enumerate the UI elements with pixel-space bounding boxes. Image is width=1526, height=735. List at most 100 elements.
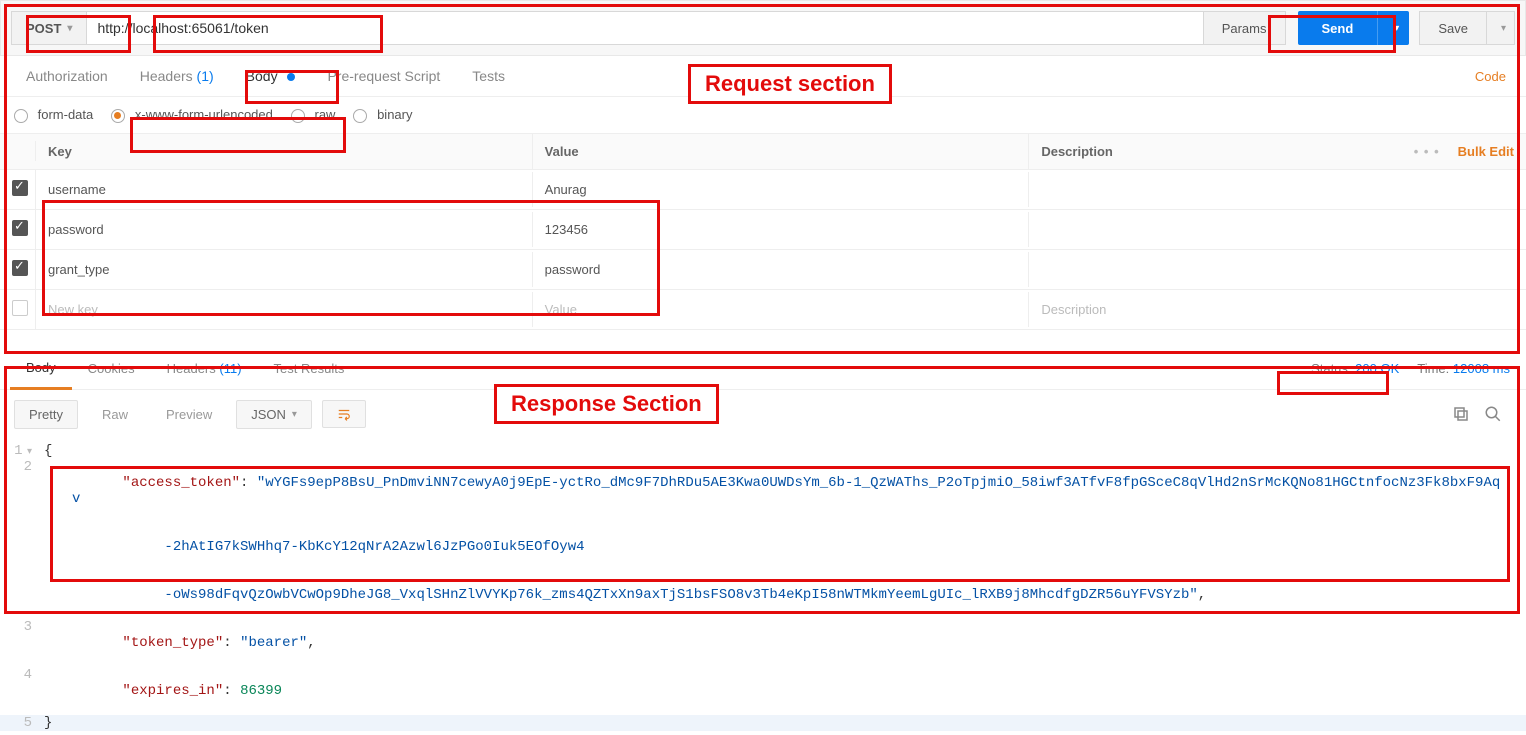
kv-header-value: Value [533, 134, 1030, 169]
url-input[interactable]: http://localhost:65061/token [86, 11, 1203, 45]
params-button[interactable]: Params [1204, 11, 1286, 45]
copy-icon[interactable] [1452, 405, 1470, 423]
response-meta: Status: 200 OK Time: 12008 ms [1305, 349, 1516, 388]
dot-indicator-icon [287, 73, 295, 81]
kv-header-key: Key [36, 134, 533, 169]
url-value: http://localhost:65061/token [97, 20, 268, 36]
resp-tab-headers-label: Headers [167, 361, 216, 376]
kv-key[interactable]: password [36, 212, 533, 247]
time-value: 12008 ms [1453, 361, 1510, 376]
annotation-response-label: Response Section [494, 384, 719, 424]
json-str: -oWs98dFqvQzOwbVCwOp9DheJG8_VxqlSHnZlVVY… [164, 587, 1197, 603]
radio-raw[interactable]: raw [291, 107, 336, 123]
kv-row: grant_type password [0, 250, 1526, 290]
chevron-down-icon: ▾ [67, 23, 72, 34]
code-link[interactable]: Code [1465, 57, 1516, 96]
send-dropdown[interactable]: ▾ [1377, 11, 1409, 45]
json-str: -2hAtIG7kSWHhq7-KbKcY12qNrA2Azwl6JzPGo0I… [164, 539, 584, 555]
chevron-down-icon: ▾ [1501, 23, 1506, 34]
radio-icon [353, 109, 367, 123]
json-key: "token_type" [122, 635, 223, 651]
tab-prerequest[interactable]: Pre-request Script [311, 56, 456, 96]
format-label: JSON [251, 407, 286, 422]
chevron-down-icon: ▾ [292, 409, 297, 420]
format-select[interactable]: JSON ▾ [236, 400, 312, 429]
send-label: Send [1322, 21, 1354, 36]
send-button[interactable]: Send [1298, 11, 1378, 45]
more-icon[interactable]: • • • [1414, 144, 1440, 159]
resp-tab-headers[interactable]: Headers (11) [151, 349, 258, 388]
json-key: "access_token" [122, 475, 240, 491]
body-kv-table: Key Value Description • • • Bulk Edit us… [0, 134, 1526, 330]
tab-headers-label: Headers [140, 68, 193, 84]
kv-header-row: Key Value Description • • • Bulk Edit [0, 134, 1526, 170]
annotation-request-label: Request section [688, 64, 892, 104]
radio-binary[interactable]: binary [353, 107, 412, 123]
row-checkbox-empty[interactable] [12, 300, 28, 316]
send-button-group: Send ▾ [1298, 11, 1410, 45]
row-checkbox[interactable] [12, 180, 28, 196]
tab-headers[interactable]: Headers (1) [124, 56, 230, 96]
save-button-group: Save ▾ [1419, 11, 1515, 45]
radio-selected-icon [111, 109, 125, 123]
kv-header-desc: Description [1041, 144, 1113, 159]
radio-label: x-www-form-urlencoded [135, 107, 273, 122]
search-icon[interactable] [1484, 405, 1502, 423]
resp-tab-cookies[interactable]: Cookies [72, 349, 151, 388]
pretty-button[interactable]: Pretty [14, 400, 78, 429]
resp-tab-testresults[interactable]: Test Results [258, 349, 361, 388]
radio-icon [291, 109, 305, 123]
kv-value[interactable]: Anurag [533, 172, 1030, 207]
kv-value[interactable]: 123456 [533, 212, 1030, 247]
radio-form-data[interactable]: form-data [14, 107, 93, 123]
tab-body[interactable]: Body [230, 56, 312, 96]
tab-body-label: Body [246, 68, 278, 84]
save-dropdown[interactable]: ▾ [1487, 11, 1515, 45]
kv-key[interactable]: username [36, 172, 533, 207]
tab-authorization[interactable]: Authorization [10, 56, 124, 96]
response-controls: Pretty Raw Preview JSON ▾ [0, 390, 1526, 439]
save-label: Save [1438, 21, 1468, 36]
status-label: Status: [1311, 361, 1351, 376]
radio-label: raw [315, 107, 336, 122]
wrap-button[interactable] [322, 400, 366, 428]
wrap-icon [337, 407, 351, 421]
kv-key-new[interactable]: New key [36, 292, 533, 327]
kv-value-new[interactable]: Value [533, 292, 1030, 327]
http-method-select[interactable]: POST ▾ [11, 11, 86, 45]
http-method-label: POST [26, 21, 61, 36]
request-bar: POST ▾ http://localhost:65061/token Para… [0, 0, 1526, 56]
kv-row: password 123456 [0, 210, 1526, 250]
radio-icon [14, 109, 28, 123]
status-value: 200 OK [1355, 361, 1399, 376]
kv-row-new: New key Value Description [0, 290, 1526, 330]
json-num: 86399 [240, 683, 282, 699]
kv-key[interactable]: grant_type [36, 252, 533, 287]
json-str: "wYGFs9epP8BsU_PnDmviNN7cewyA0j9EpE-yctR… [72, 475, 1500, 507]
params-label: Params [1222, 21, 1267, 36]
tab-headers-count: (1) [197, 68, 214, 84]
json-key: "expires_in" [122, 683, 223, 699]
preview-button[interactable]: Preview [152, 401, 226, 428]
code-brace: } [44, 715, 52, 731]
kv-value[interactable]: password [533, 252, 1030, 287]
response-tabs: Body Cookies Headers (11) Test Results S… [0, 348, 1526, 390]
raw-button[interactable]: Raw [88, 401, 142, 428]
time-label: Time: [1417, 361, 1449, 376]
kv-desc-new[interactable]: Description [1029, 292, 1526, 327]
row-checkbox[interactable] [12, 220, 28, 236]
row-checkbox[interactable] [12, 260, 28, 276]
save-button[interactable]: Save [1419, 11, 1487, 45]
radio-label: form-data [38, 107, 94, 122]
radio-urlencoded[interactable]: x-www-form-urlencoded [111, 107, 273, 123]
resp-tab-body[interactable]: Body [10, 348, 72, 390]
json-str: "bearer" [240, 635, 307, 651]
code-brace: { [44, 443, 52, 459]
bulk-edit-link[interactable]: Bulk Edit [1458, 144, 1514, 159]
chevron-down-icon: ▾ [1394, 23, 1399, 34]
tab-tests[interactable]: Tests [456, 56, 521, 96]
kv-row: username Anurag [0, 170, 1526, 210]
resp-tab-headers-count: (11) [219, 361, 241, 376]
response-body[interactable]: 1 ▾ { 2 "access_token": "wYGFs9epP8BsU_P… [0, 439, 1526, 735]
radio-label: binary [377, 107, 412, 122]
